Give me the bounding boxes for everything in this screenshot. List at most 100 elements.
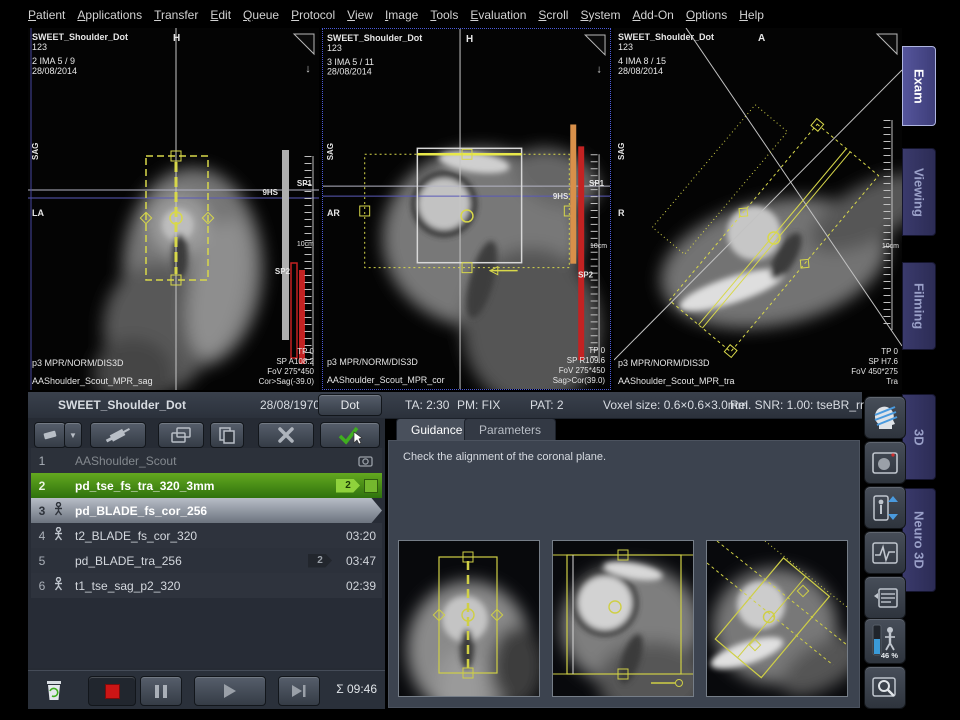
head-coil-icon xyxy=(871,403,899,433)
menu-item-protocol[interactable]: Protocol xyxy=(291,8,335,22)
total-time: Σ 09:46 xyxy=(336,682,377,696)
menu-item-help[interactable]: Help xyxy=(739,8,764,22)
menu-item-patient[interactable]: Patient xyxy=(28,8,65,22)
pause-icon xyxy=(155,685,159,698)
viewport-sagittal[interactable]: SWEET_Shoulder_Dot 123 2 IMA 5 / 9 28/08… xyxy=(28,28,319,390)
tab-exam[interactable]: Exam xyxy=(902,46,936,126)
vp-date: 28/08/2014 xyxy=(618,66,663,76)
vp-plane-angle: Sag>Cor(39.0) xyxy=(553,376,606,385)
menu-item-edit[interactable]: Edit xyxy=(210,8,231,22)
image-display-icon xyxy=(872,451,898,475)
tab-3d[interactable]: 3D xyxy=(902,394,936,480)
vp-title: SWEET_Shoulder_Dot xyxy=(327,33,422,43)
sequence-row-4[interactable]: 4 t2_BLADE_fs_cor_320 03:20 xyxy=(31,523,382,548)
sp2-label: SP2 xyxy=(275,267,291,276)
eraser-dropdown-button[interactable]: ▼ xyxy=(64,422,82,448)
scroll-down-icon[interactable]: ↓ xyxy=(305,63,311,75)
vp-ima: 4 IMA 8 / 15 xyxy=(618,56,666,66)
play-button[interactable] xyxy=(194,676,266,706)
sequence-row-6[interactable]: 6 t1_tse_sag_p2_320 02:39 xyxy=(31,573,382,598)
menu-item-scroll[interactable]: Scroll xyxy=(538,8,568,22)
exam-info-bar: SWEET_Shoulder_Dot 28/08/1970 Dot TA: 2:… xyxy=(28,392,862,419)
repeat-badge: 2 xyxy=(336,479,360,493)
vp-sp: SP A108.2 xyxy=(276,357,314,366)
close-icon xyxy=(277,427,295,443)
sequence-row-1[interactable]: 1 AAShoulder_Scout xyxy=(31,448,382,473)
patient-position-button[interactable] xyxy=(864,486,906,529)
protocol-info-button[interactable] xyxy=(864,576,906,619)
patient-move-icon xyxy=(53,527,64,541)
stop-icon xyxy=(105,684,120,699)
menu-item-queue[interactable]: Queue xyxy=(243,8,279,22)
vp-fov: FoV 275*450 xyxy=(559,366,606,375)
export-card-button[interactable] xyxy=(158,422,204,448)
voxel-size: Voxel size: 0.6×0.6×3.0mm xyxy=(603,398,748,412)
guidance-thumb-coronal[interactable] xyxy=(552,540,694,697)
vp-date: 28/08/2014 xyxy=(327,67,372,77)
guidance-thumb-sagittal[interactable] xyxy=(398,540,540,697)
scroll-down-icon[interactable]: ↓ xyxy=(596,64,601,76)
orientation-label: H xyxy=(466,34,473,45)
patient-move-icon xyxy=(53,577,64,591)
syringe-icon xyxy=(103,426,133,444)
menu-item-options[interactable]: Options xyxy=(686,8,727,22)
tab-parameters[interactable]: Parameters xyxy=(464,418,556,441)
image-search-button[interactable] xyxy=(864,666,906,709)
menu-item-evaluation[interactable]: Evaluation xyxy=(470,8,526,22)
report-list-icon xyxy=(872,587,898,609)
skip-button[interactable] xyxy=(278,676,320,706)
sequence-type: : tseBR_rr xyxy=(810,398,864,412)
sar-indicator: 46 % xyxy=(864,618,906,664)
vp-footer-1: p3 MPR/NORM/DIS3D xyxy=(618,358,710,368)
vp-series: 123 xyxy=(32,42,47,52)
sequence-row-5[interactable]: 5 pd_BLADE_tra_256 2 03:47 xyxy=(31,548,382,573)
menu-item-view[interactable]: View xyxy=(347,8,373,22)
vp-sp: SP R109.6 xyxy=(567,356,606,365)
patient-dob: 28/08/1970 xyxy=(260,398,320,412)
vp-title: SWEET_Shoulder_Dot xyxy=(32,32,128,42)
tab-viewing[interactable]: Viewing xyxy=(902,148,936,236)
dot-button[interactable]: Dot xyxy=(318,394,382,416)
menu-item-image[interactable]: Image xyxy=(385,8,418,22)
vp-title: SWEET_Shoulder_Dot xyxy=(618,32,714,42)
delete-step-button[interactable] xyxy=(258,422,314,448)
confirm-button[interactable] xyxy=(320,422,380,448)
guidance-thumb-axial[interactable] xyxy=(706,540,848,697)
tab-neuro3d[interactable]: Neuro 3D xyxy=(902,488,936,592)
menu-item-applications[interactable]: Applications xyxy=(77,8,142,22)
viewport-axial[interactable]: SWEET_Shoulder_Dot 123 4 IMA 8 / 15 28/0… xyxy=(614,28,902,390)
skip-icon xyxy=(292,685,302,697)
pm-value: PM: FIX xyxy=(457,398,500,412)
menu-item-system[interactable]: System xyxy=(580,8,620,22)
plane-label: SAG xyxy=(326,143,335,160)
vp-footer-2: AAShoulder_Scout_MPR_tra xyxy=(618,376,735,386)
row-number: 6 xyxy=(31,579,53,593)
guidance-message: Check the alignment of the coronal plane… xyxy=(403,451,606,463)
orientation-label: A xyxy=(758,33,765,44)
image-display-button[interactable] xyxy=(864,441,906,484)
coil-selection-button[interactable] xyxy=(864,396,906,439)
scale-label: 10cm xyxy=(882,243,899,250)
stop-button[interactable] xyxy=(88,676,136,706)
sequence-row-2[interactable]: 2 pd_tse_fs_tra_320_3mm 2 xyxy=(31,473,382,498)
sequence-time: 02:39 xyxy=(336,579,376,593)
tab-filming[interactable]: Filming xyxy=(902,262,936,350)
viewport-coronal[interactable]: SWEET_Shoulder_Dot 123 3 IMA 5 / 11 28/0… xyxy=(322,28,611,390)
row-number: 1 xyxy=(31,454,53,468)
menu-item-transfer[interactable]: Transfer xyxy=(154,8,198,22)
discard-button[interactable] xyxy=(42,675,66,708)
queue-panel: ▼ xyxy=(28,418,385,708)
sequence-time: 03:47 xyxy=(336,554,376,568)
eraser-button[interactable] xyxy=(34,422,66,448)
vp-series: 123 xyxy=(327,43,342,53)
side-label: R xyxy=(618,208,625,218)
menu-item-tools[interactable]: Tools xyxy=(430,8,458,22)
pause-button[interactable] xyxy=(140,676,182,706)
contrast-inject-button[interactable] xyxy=(90,422,146,448)
menu-item-addon[interactable]: Add-On xyxy=(632,8,673,22)
transport-bar: Σ 09:46 xyxy=(28,670,385,709)
physio-button[interactable] xyxy=(864,531,906,574)
sequence-name: pd_BLADE_fs_cor_256 xyxy=(75,504,382,518)
copy-button[interactable] xyxy=(210,422,244,448)
sequence-row-3-selected[interactable]: 3 pd_BLADE_fs_cor_256 xyxy=(31,498,382,523)
